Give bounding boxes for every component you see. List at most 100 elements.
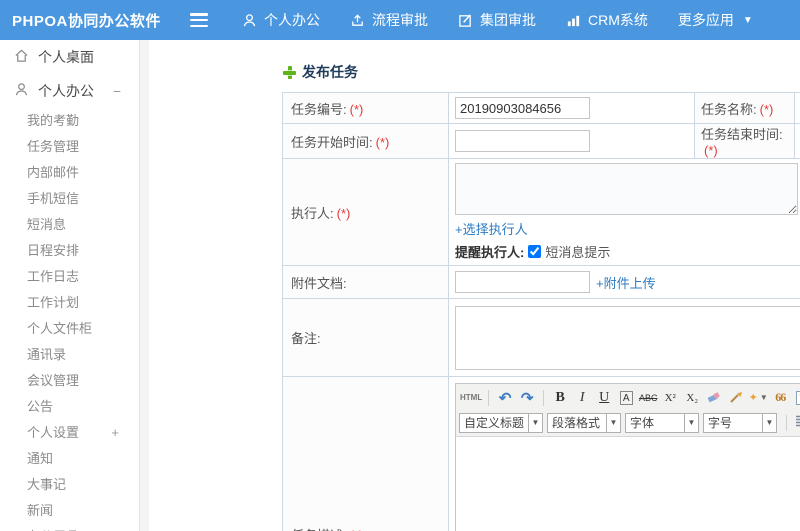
editor-toolbar: HTML ↶ ↷ B I U A ABC X² X₂ ✦ ▼ 66 自定义标题 … — [456, 384, 800, 437]
font-family-select[interactable]: 字体 ▼ — [625, 412, 700, 433]
home-icon — [14, 48, 29, 66]
sidebar-item-internal-mail[interactable]: 内部邮件 — [0, 160, 139, 186]
redo-icon[interactable]: ↷ — [517, 388, 537, 408]
add-task-icon — [283, 65, 296, 79]
subscript-button[interactable]: X₂ — [682, 388, 702, 408]
collapse-icon[interactable]: − — [113, 83, 121, 99]
chevron-down-icon: ▼ — [528, 413, 542, 432]
table-row: 任务描述:(*) HTML ↶ ↷ B I — [282, 376, 800, 531]
sidebar-item-work-log[interactable]: 工作日志 — [0, 264, 139, 290]
nav-label: 个人办公 — [264, 12, 320, 28]
sms-remind-label: 短消息提示 — [545, 245, 611, 260]
main-nav: 个人办公 流程审批 集团审批 CRM系统 更多应用 ▼ — [242, 10, 783, 30]
sidebar-item-meeting-management[interactable]: 会议管理 — [0, 368, 139, 394]
nav-group-approval[interactable]: 集团审批 — [458, 10, 536, 30]
superscript-button[interactable]: X² — [660, 388, 680, 408]
start-time-input[interactable] — [455, 130, 590, 152]
nav-label: 更多应用 — [677, 12, 734, 28]
table-row: 执行人: (*) +选择执行人 提醒执行人: 短消息提示 — [282, 158, 800, 266]
sidebar-item-schedule[interactable]: 日程安排 — [0, 238, 139, 264]
start-time-label: 任务开始时间: — [291, 134, 373, 150]
font-background-button[interactable]: A — [619, 390, 633, 405]
table-row: 任务开始时间: (*) 任务结束时间:(*) — [282, 123, 800, 159]
sidebar: 个人桌面 个人办公 − 我的考勤 任务管理 内部邮件 手机短信 短消息 日程安排… — [0, 40, 140, 531]
custom-heading-select[interactable]: 自定义标题 ▼ — [459, 412, 544, 433]
sidebar-item-notification[interactable]: 通知 — [0, 446, 139, 472]
nav-label: CRM系统 — [588, 12, 648, 28]
table-row: 任务编号:(*) 任务名称:(*) — [282, 92, 800, 124]
sidebar-item-personal-desktop[interactable]: 个人桌面 — [0, 40, 139, 74]
top-header: PHPOA协同办公软件 个人办公 流程审批 集团审批 CRM系统 更多应用 ▼ — [0, 0, 800, 40]
bold-button[interactable]: B — [550, 388, 570, 408]
user-icon — [242, 13, 257, 28]
sidebar-item-contacts[interactable]: 通讯录 — [0, 342, 139, 368]
expand-icon[interactable]: + — [111, 420, 119, 446]
content-panel: 发布任务 任务编号:(*) 任务名称:(*) 任务开始时间:(*) 任务结束时间… — [149, 40, 800, 531]
editor-content-area[interactable] — [456, 437, 800, 531]
font-size-select[interactable]: 字号 ▼ — [703, 412, 778, 433]
format-brush-icon[interactable] — [726, 388, 746, 408]
sms-remind-checkbox[interactable] — [528, 245, 542, 258]
undo-icon[interactable]: ↶ — [495, 388, 515, 408]
remark-textarea[interactable] — [455, 305, 800, 370]
sidebar-item-work-plan[interactable]: 工作计划 — [0, 290, 139, 316]
table-row: 附件文档: +附件上传 — [282, 265, 800, 299]
nav-label: 集团审批 — [480, 12, 536, 28]
app-logo: PHPOA协同办公软件 — [12, 12, 161, 30]
sidebar-item-personal-settings[interactable]: 个人设置 + — [0, 420, 139, 446]
sidebar-item-label: 个人办公 — [38, 83, 94, 99]
sidebar-item-attendance[interactable]: 我的考勤 — [0, 108, 139, 134]
executor-textarea[interactable] — [455, 163, 798, 215]
layout-gutter — [140, 40, 149, 531]
task-number-input[interactable] — [455, 97, 590, 119]
sidebar-item-task-management[interactable]: 任务管理 — [0, 134, 139, 160]
sidebar-item-office-supplies[interactable]: 办公用品 — [0, 524, 139, 531]
rich-text-editor: HTML ↶ ↷ B I U A ABC X² X₂ ✦ ▼ 66 自定义标题 … — [455, 383, 800, 531]
nav-crm-system[interactable]: CRM系统 — [566, 10, 648, 30]
menu-toggle-icon[interactable] — [190, 13, 212, 27]
remark-label: 备注: — [291, 331, 321, 346]
underline-button[interactable]: U — [594, 388, 614, 408]
chevron-down-icon: ▼ — [684, 413, 698, 432]
chevron-down-icon: ▼ — [762, 413, 776, 432]
publish-task-form: 任务编号:(*) 任务名称:(*) 任务开始时间:(*) 任务结束时间:(*) … — [282, 92, 800, 531]
sidebar-item-file-cabinet[interactable]: 个人文件柜 — [0, 316, 139, 342]
sidebar-item-mobile-sms[interactable]: 手机短信 — [0, 186, 139, 212]
remind-executor-label: 提醒执行人: — [455, 245, 525, 260]
page-title: 发布任务 — [302, 64, 358, 80]
sidebar-item-short-message[interactable]: 短消息 — [0, 212, 139, 238]
user-icon — [14, 82, 29, 100]
paragraph-format-select[interactable]: 段落格式 ▼ — [547, 412, 622, 433]
nav-personal-office[interactable]: 个人办公 — [242, 10, 320, 30]
chevron-down-icon: ▼ — [742, 14, 753, 26]
sidebar-item-news[interactable]: 新闻 — [0, 498, 139, 524]
blockquote-button[interactable]: 66 — [770, 388, 790, 408]
sidebar-item-big-events[interactable]: 大事记 — [0, 472, 139, 498]
strikethrough-button[interactable]: ABC — [638, 388, 658, 408]
nav-more-apps[interactable]: 更多应用 ▼ — [678, 10, 753, 30]
required-mark: (*) — [349, 101, 364, 117]
choose-executor-link[interactable]: +选择执行人 — [455, 222, 528, 237]
sidebar-item-announcement[interactable]: 公告 — [0, 394, 139, 420]
workflow-icon — [350, 13, 365, 28]
quick-format-icon[interactable]: ✦ ▼ — [748, 388, 768, 408]
bar-chart-icon — [566, 13, 581, 28]
executor-label: 执行人: — [291, 205, 334, 221]
nav-workflow-approval[interactable]: 流程审批 — [350, 10, 428, 30]
html-source-button[interactable]: HTML — [460, 388, 482, 408]
paste-as-text-icon[interactable]: T — [792, 388, 800, 408]
italic-button[interactable]: I — [572, 388, 592, 408]
nav-label: 流程审批 — [372, 12, 428, 28]
attachment-input[interactable] — [455, 271, 590, 293]
attachment-upload-link[interactable]: +附件上传 — [596, 273, 656, 292]
task-number-label: 任务编号: — [291, 101, 347, 117]
chevron-down-icon: ▼ — [606, 413, 620, 432]
attachment-label: 附件文档: — [291, 275, 347, 291]
task-name-label: 任务名称: — [701, 101, 757, 117]
sidebar-item-label: 个人桌面 — [38, 49, 94, 65]
table-row: 备注: — [282, 298, 800, 377]
eraser-icon[interactable] — [704, 388, 724, 408]
sidebar-item-personal-office[interactable]: 个人办公 − — [0, 74, 139, 108]
end-time-label: 任务结束时间: — [701, 127, 783, 142]
align-left-icon[interactable] — [796, 415, 800, 431]
